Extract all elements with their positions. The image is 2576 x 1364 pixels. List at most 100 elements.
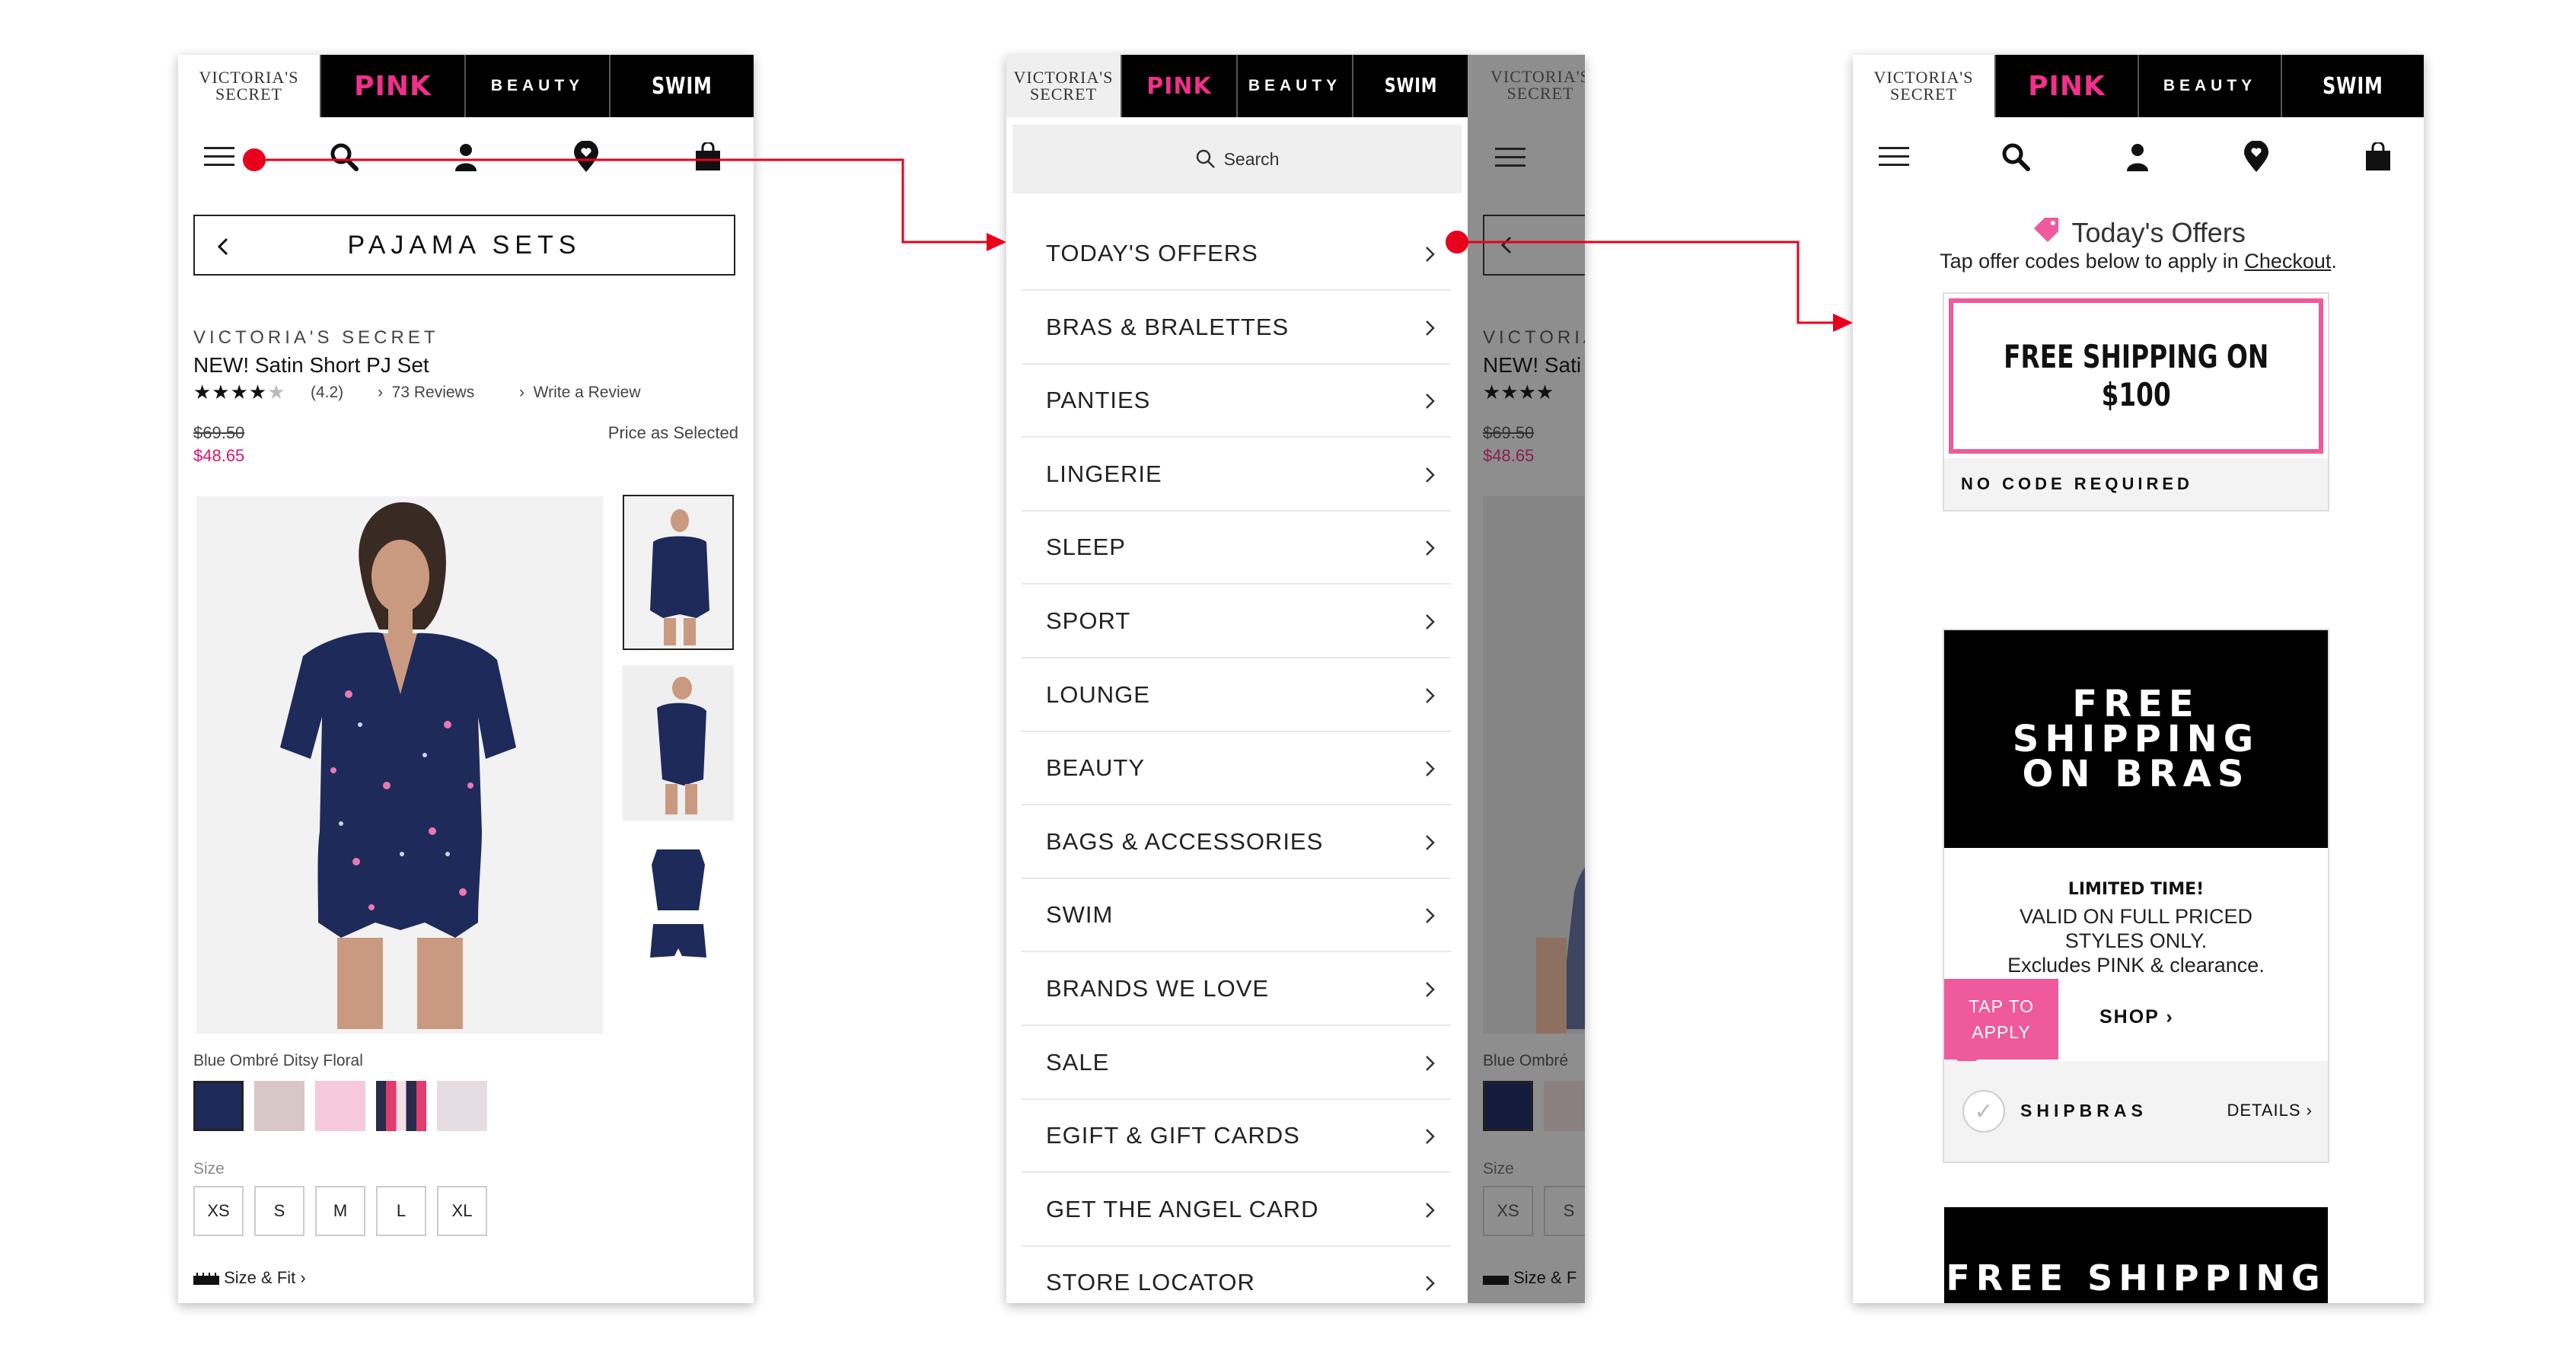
pink-tab[interactable]: PINK: [320, 55, 464, 117]
pink-label: PINK: [354, 70, 432, 102]
color-swatch-5[interactable]: [437, 1081, 487, 1131]
beauty-tab[interactable]: BEAUTY: [2138, 55, 2281, 117]
search-label: Search: [1223, 148, 1280, 169]
page-dim-overlay[interactable]: VICTORIA'SSECRET VICTORIA NEW! Sati ★★★★…: [1468, 55, 1585, 1303]
beauty-tab[interactable]: BEAUTY: [464, 55, 609, 117]
back-icon[interactable]: [209, 231, 239, 262]
bag-icon[interactable]: [677, 126, 738, 187]
desc-line-3: Excludes PINK & clearance.: [2007, 954, 2265, 977]
color-swatch-3[interactable]: [315, 1081, 365, 1131]
account-icon[interactable]: [2107, 126, 2168, 187]
offer-headline-line-1: FREE SHIPPING ON: [2003, 338, 2269, 375]
swim-tab[interactable]: SWIM: [2281, 55, 2424, 117]
menu-icon[interactable]: [1863, 126, 1924, 187]
color-swatch-2[interactable]: [254, 1081, 304, 1131]
menu-item-sport[interactable]: SPORT: [1022, 585, 1451, 658]
chevron-right-icon: ›: [2306, 1101, 2313, 1120]
thumbnail-1[interactable]: [623, 495, 734, 650]
offer-banner: FREE SHIPPING ON BRAS: [1944, 630, 2328, 848]
size-option-m[interactable]: M: [315, 1186, 365, 1236]
offer-card-free-shipping-lingerie: FREE SHIPPING ON LINGERIE: [1944, 1207, 2328, 1303]
ghost-size-xs: XS: [1483, 1186, 1533, 1236]
victorias-secret-logo[interactable]: VICTORIA'S SECRET: [1853, 55, 1994, 117]
store-locator-icon[interactable]: [556, 126, 617, 187]
menu-item-lingerie[interactable]: LINGERIE: [1022, 438, 1451, 512]
logo-line-2: SECRET: [215, 84, 282, 104]
offers-subtitle: Tap offer codes below to apply in Checko…: [1853, 250, 2424, 273]
logo-line-1: VICTORIA'S: [1873, 68, 1974, 87]
menu-search-bar[interactable]: Search: [1012, 125, 1462, 193]
swim-label: SWIM: [1384, 75, 1437, 97]
check-circle-icon[interactable]: ✓: [1962, 1090, 2005, 1133]
offer-code: SHIPBRAS: [2020, 1101, 2147, 1120]
menu-item-label: BEAUTY: [1046, 754, 1146, 782]
menu-item-sale[interactable]: SALE: [1022, 1027, 1451, 1100]
menu-icon[interactable]: [189, 126, 250, 187]
menu-item-panties[interactable]: PANTIES: [1022, 365, 1451, 438]
search-icon[interactable]: [314, 126, 375, 187]
size-option-s[interactable]: S: [254, 1186, 304, 1236]
size-fit-label: Size & Fit: [224, 1268, 296, 1287]
chevron-right-icon: [1419, 464, 1440, 486]
menu-item-today-s-offers[interactable]: TODAY'S OFFERS: [1022, 218, 1451, 291]
menu-item-bras-bralettes[interactable]: BRAS & BRALETTES: [1022, 292, 1451, 365]
pink-tab[interactable]: PINK: [1121, 55, 1236, 117]
victorias-secret-logo[interactable]: VICTORIA'S SECRET: [1006, 55, 1121, 117]
menu-item-label: LOUNGE: [1046, 680, 1150, 708]
size-fit-link[interactable]: Size & Fit ›: [193, 1268, 306, 1288]
banner-line-1: FREE SHIPPING: [1946, 1257, 2326, 1299]
write-review-link[interactable]: › Write a Review: [519, 384, 641, 402]
thumbnail-2[interactable]: [623, 665, 734, 821]
offer-description: VALID ON FULL PRICED STYLES ONLY. Excludes…: [1944, 904, 2328, 977]
menu-item-egift-gift-cards[interactable]: EGIFT & GIFT CARDS: [1022, 1100, 1451, 1174]
account-icon[interactable]: [435, 126, 496, 187]
chevron-right-icon: [1419, 905, 1440, 926]
ghost-old-price: $69.50: [1483, 423, 1535, 442]
ghost-product-name: NEW! Sati: [1483, 353, 1582, 377]
tap-to-apply-button[interactable]: TAP TO APPLY: [1944, 979, 2058, 1070]
menu-item-beauty[interactable]: BEAUTY: [1022, 732, 1451, 806]
menu-item-get-the-angel-card[interactable]: GET THE ANGEL CARD: [1022, 1174, 1451, 1247]
menu-item-brands-we-love[interactable]: BRANDS WE LOVE: [1022, 953, 1451, 1026]
victorias-secret-logo[interactable]: VICTORIA'S SECRET: [178, 55, 320, 117]
swim-tab[interactable]: SWIM: [609, 55, 754, 117]
details-link[interactable]: DETAILS ›: [2227, 1101, 2313, 1120]
empty-star: ★: [267, 381, 286, 403]
original-price: $69.50: [193, 423, 245, 442]
chevron-right-icon: ›: [2166, 1006, 2174, 1028]
menu-item-lounge[interactable]: LOUNGE: [1022, 659, 1451, 732]
logo-line-2: SECRET: [1030, 84, 1097, 104]
store-locator-icon[interactable]: [2226, 126, 2287, 187]
offer-headline: FREE SHIPPING ON $100: [1949, 298, 2323, 454]
chevron-right-icon: [1419, 979, 1440, 1000]
shop-label: SHOP: [2099, 1006, 2160, 1028]
reviews-link[interactable]: › 73 Reviews: [378, 384, 474, 402]
logo-line-1: VICTORIA'S: [199, 68, 299, 87]
menu-item-bags-accessories[interactable]: BAGS & ACCESSORIES: [1022, 806, 1451, 879]
category-title: PAJAMA SETS: [347, 230, 582, 260]
search-icon[interactable]: [1985, 126, 2046, 187]
size-option-xl[interactable]: XL: [437, 1186, 487, 1236]
bag-icon[interactable]: [2348, 126, 2409, 187]
size-option-l[interactable]: L: [376, 1186, 426, 1236]
swim-tab[interactable]: SWIM: [1352, 55, 1468, 117]
beauty-tab[interactable]: BEAUTY: [1236, 55, 1352, 117]
color-swatch-4[interactable]: [376, 1081, 426, 1131]
thumbnail-3[interactable]: [623, 834, 734, 990]
category-header: PAJAMA SETS: [193, 215, 735, 276]
shop-link[interactable]: SHOP ›: [2099, 1006, 2174, 1028]
beauty-label: BEAUTY: [490, 77, 585, 94]
menu-item-label: SWIM: [1046, 901, 1114, 929]
product-main-image[interactable]: [196, 496, 603, 1034]
offers-title: Today's Offers: [1853, 215, 2424, 249]
size-option-xs[interactable]: XS: [193, 1186, 244, 1236]
checkout-link[interactable]: Checkout: [2244, 250, 2331, 272]
menu-item-sleep[interactable]: SLEEP: [1022, 512, 1451, 585]
menu-item-label: PANTIES: [1046, 387, 1151, 414]
pink-tab[interactable]: PINK: [1994, 55, 2138, 117]
chevron-right-icon: [1419, 317, 1440, 339]
menu-item-store-locator[interactable]: STORE LOCATOR: [1022, 1247, 1451, 1303]
reviews-label: 73 Reviews: [391, 384, 475, 401]
color-swatch-1[interactable]: [193, 1081, 244, 1131]
menu-item-swim[interactable]: SWIM: [1022, 879, 1451, 953]
